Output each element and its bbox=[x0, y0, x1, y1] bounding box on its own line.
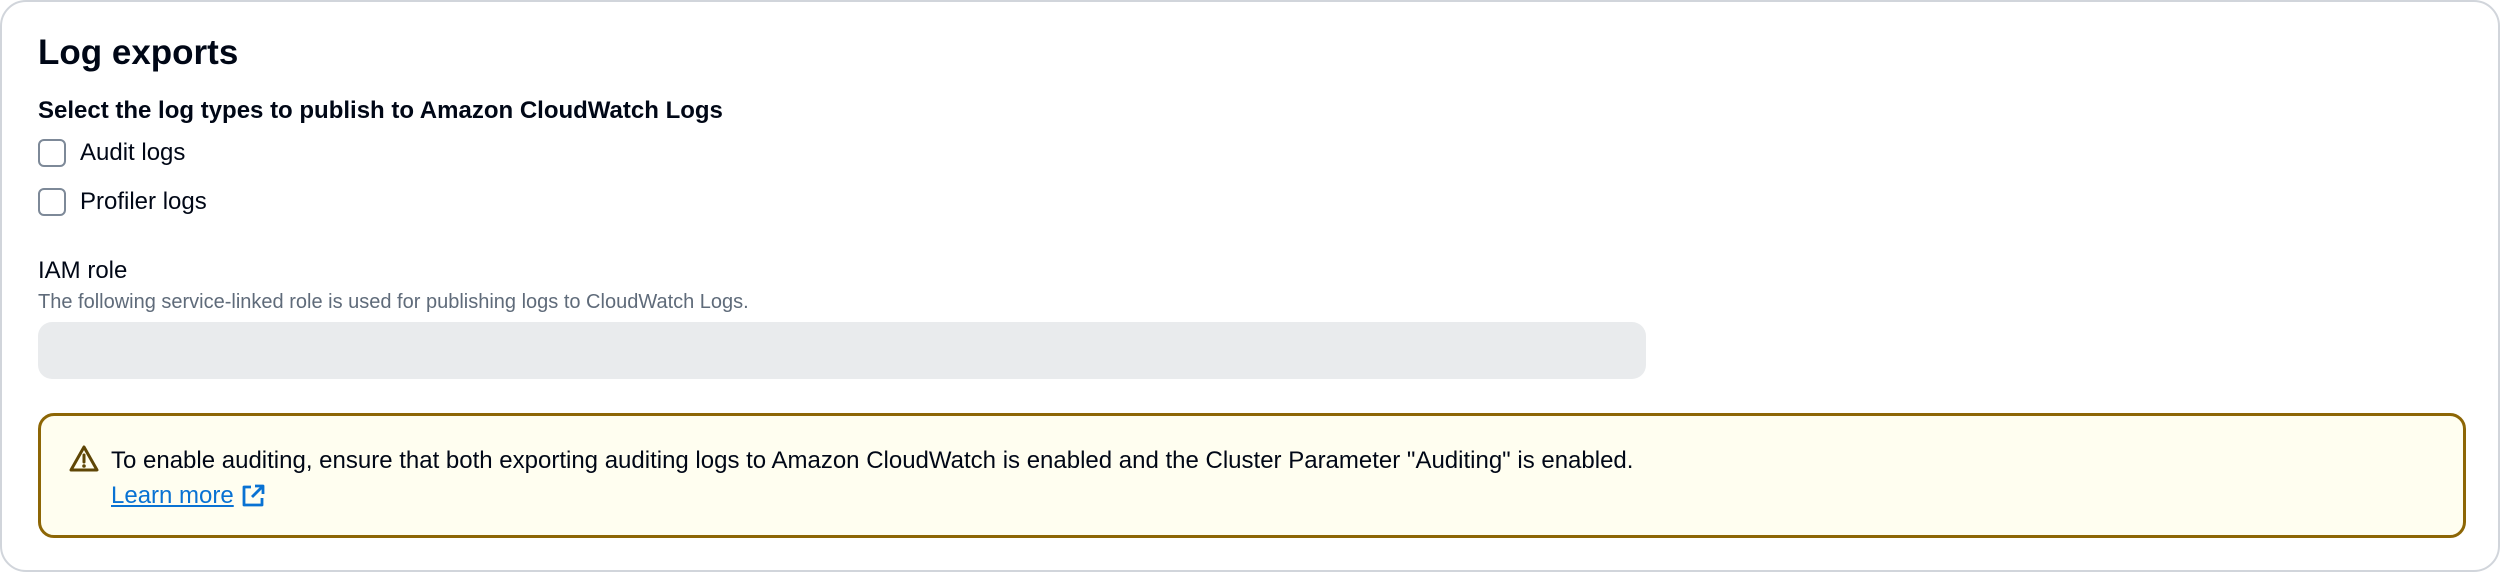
warning-alert: To enable auditing, ensure that both exp… bbox=[38, 413, 2466, 538]
iam-role-description: The following service-linked role is use… bbox=[38, 291, 749, 313]
audit-logs-option[interactable]: Audit logs bbox=[38, 137, 185, 169]
warning-icon bbox=[69, 445, 99, 472]
profiler-logs-option[interactable]: Profiler logs bbox=[38, 186, 207, 218]
learn-more-label: Learn more bbox=[111, 482, 234, 509]
profiler-logs-checkbox[interactable] bbox=[38, 188, 66, 216]
warning-message: To enable auditing, ensure that both exp… bbox=[111, 447, 1634, 474]
learn-more-link[interactable]: Learn more bbox=[111, 479, 266, 513]
profiler-logs-label: Profiler logs bbox=[80, 188, 207, 215]
section-title: Log exports bbox=[38, 33, 239, 72]
iam-role-label: IAM role bbox=[38, 257, 128, 284]
iam-role-input bbox=[38, 322, 1646, 379]
log-types-group-label: Select the log types to publish to Amazo… bbox=[38, 97, 723, 124]
log-exports-panel: Log exports Select the log types to publ… bbox=[0, 0, 2500, 572]
audit-logs-label: Audit logs bbox=[80, 139, 186, 166]
audit-logs-checkbox[interactable] bbox=[38, 139, 66, 167]
external-link-icon bbox=[242, 484, 265, 507]
